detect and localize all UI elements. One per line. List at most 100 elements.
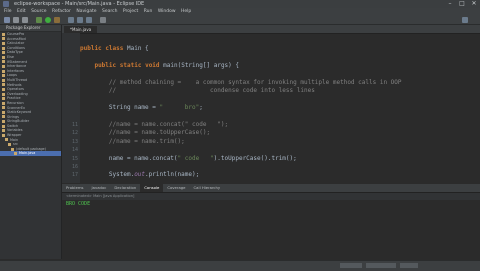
code-token: out	[134, 171, 146, 179]
folder-icon	[2, 97, 5, 101]
package-explorer: Package Explorer CoursePro AccessMod Calcu…	[0, 25, 62, 259]
code-token: " code "	[177, 154, 214, 162]
folder-icon	[2, 120, 5, 124]
code-token: public	[94, 62, 117, 70]
menu-refactor[interactable]: Refactor	[52, 9, 71, 14]
code-token: //name = name.trim();	[108, 137, 185, 145]
code-token: ).toUpperCase().trim();	[213, 154, 297, 162]
code-area[interactable]: public class Main { public static void m…	[80, 33, 480, 183]
folder-icon	[5, 138, 8, 142]
code-token: public	[80, 45, 102, 53]
toolbar	[0, 15, 480, 25]
folder-icon	[8, 143, 11, 147]
bottom-tab-problems[interactable]: Problems	[62, 184, 88, 192]
folder-icon	[2, 46, 5, 50]
code-editor: *Main.java 11 12 13 14 15 16 17 public class M…	[62, 25, 480, 183]
window-title: eclipse-workspace - Main/src/Main.java -…	[14, 1, 145, 7]
code-token: main(String[] args) {	[159, 62, 240, 70]
code-token: name = name.concat(	[80, 154, 178, 162]
line-number-gutter: 11 12 13 14 15 16 17	[62, 33, 80, 183]
code-line: //name = name.trim();	[80, 138, 185, 146]
bottom-tab-console[interactable]: Console	[140, 184, 164, 192]
code-line: // method chaining = a common syntax for…	[80, 79, 402, 87]
new-icon[interactable]	[4, 16, 10, 23]
menu-project[interactable]: Project	[123, 9, 138, 14]
folder-icon	[2, 101, 5, 105]
line-number: 14	[71, 147, 78, 154]
code-token: static	[119, 62, 142, 70]
folder-icon	[2, 51, 5, 55]
folder-icon	[2, 74, 5, 78]
folder-icon	[2, 32, 5, 36]
folder-icon	[2, 133, 5, 137]
code-token: ;	[199, 104, 203, 112]
code-token: .println(name);	[145, 171, 200, 179]
menu-navigate[interactable]: Navigate	[76, 9, 96, 14]
status-item	[340, 263, 362, 268]
status-item	[400, 263, 418, 268]
menu-edit[interactable]: Edit	[17, 9, 26, 14]
code-token: void	[145, 62, 160, 70]
coverage-icon[interactable]	[54, 16, 60, 23]
menu-bar: File Edit Source Refactor Navigate Searc…	[0, 8, 480, 15]
console-header: <terminated> Main [Java Application]	[62, 193, 480, 200]
code-line: //name = name.toUpperCase();	[80, 129, 210, 137]
code-line: //name = name.concat(" code ");	[80, 121, 228, 129]
close-icon[interactable]: ✕	[468, 0, 480, 8]
bottom-tab-declaration[interactable]: Declaration	[110, 184, 140, 192]
perspective-icon[interactable]	[462, 16, 468, 23]
tree-item[interactable]: Main.java	[0, 151, 61, 157]
folder-icon	[2, 83, 5, 87]
line-number: 12	[71, 130, 78, 137]
console-output: BRO CODE	[66, 201, 91, 207]
code-token: System.	[80, 171, 135, 179]
eclipse-window: eclipse-workspace - Main/src/Main.java -…	[0, 0, 480, 271]
menu-window[interactable]: Window	[158, 9, 176, 14]
menu-file[interactable]: File	[4, 9, 12, 14]
project-tree: CoursePro AccessMod Calculator Conditions Da…	[0, 32, 61, 157]
bottom-tab-javadoc[interactable]: Javadoc	[88, 184, 111, 192]
new-java-project-icon[interactable]	[68, 16, 74, 23]
code-token: String name =	[80, 104, 160, 112]
run-icon[interactable]	[45, 16, 51, 23]
folder-icon	[2, 129, 5, 133]
folder-icon	[2, 110, 5, 114]
code-line: name = name.concat(" code ").toUpperCase…	[80, 155, 297, 163]
folder-icon	[2, 78, 5, 82]
folder-icon	[2, 115, 5, 119]
folder-icon	[2, 41, 5, 45]
code-token: " bro"	[159, 104, 200, 112]
tree-item-label: Main.java	[19, 151, 36, 156]
maximize-icon[interactable]: □	[456, 0, 468, 8]
new-class-icon[interactable]	[86, 16, 92, 23]
debug-icon[interactable]	[36, 16, 42, 23]
status-item	[366, 263, 396, 268]
code-token: //name = name.toUpperCase();	[108, 129, 211, 137]
line-number: 13	[71, 138, 78, 145]
menu-help[interactable]: Help	[181, 9, 191, 14]
minimize-icon[interactable]: –	[444, 0, 456, 8]
line-number: 11	[71, 122, 78, 128]
search-icon[interactable]	[100, 16, 106, 23]
bottom-tab-coverage[interactable]: Coverage	[163, 184, 189, 192]
status-bar	[0, 260, 480, 271]
menu-source[interactable]: Source	[31, 9, 46, 14]
folder-icon	[2, 37, 5, 41]
bottom-tab-call-hierarchy[interactable]: Call Hierarchy	[190, 184, 225, 192]
code-token: //name = name.concat(" code ");	[108, 121, 229, 128]
eclipse-app-icon	[3, 1, 9, 7]
code-line: public static void main(String[] args) {	[80, 62, 239, 70]
new-package-icon[interactable]	[77, 16, 83, 23]
save-all-icon[interactable]	[22, 16, 28, 23]
menu-search[interactable]: Search	[102, 9, 117, 14]
save-icon[interactable]	[13, 16, 19, 23]
editor-tab-main-java[interactable]: *Main.java	[64, 26, 98, 33]
code-token: // method chaining = a common syntax for…	[108, 79, 402, 86]
menu-run[interactable]: Run	[144, 9, 153, 14]
code-token: class	[105, 45, 124, 53]
code-line: System.out.println(name);	[80, 171, 199, 179]
